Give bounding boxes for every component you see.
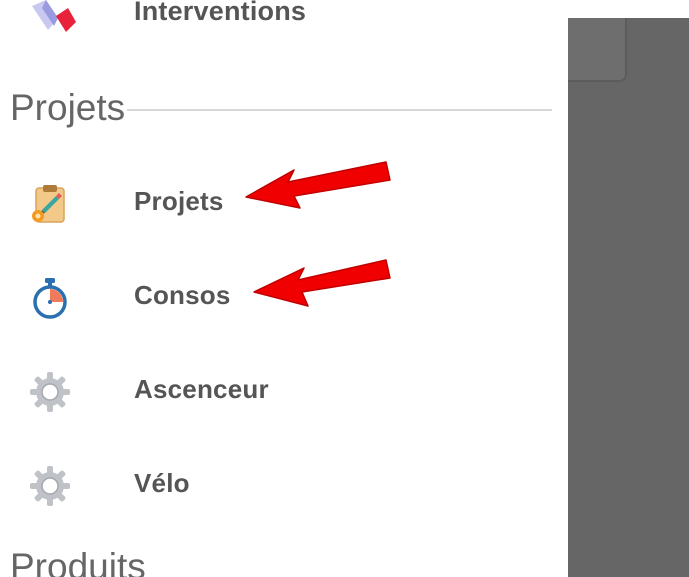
menu-item-ascenceur[interactable]: Ascenceur xyxy=(0,355,568,425)
menu-item-projets[interactable]: Projets xyxy=(0,167,568,237)
overlay-top-gap xyxy=(568,0,689,18)
stopwatch-icon xyxy=(33,278,67,319)
section-header-projets: Projets xyxy=(10,84,552,130)
navigation-drawer: Interventions Projets Projets Consos Asc… xyxy=(0,0,568,577)
background-card xyxy=(568,18,627,82)
gear-icon xyxy=(30,372,70,412)
menu-item-label: Interventions xyxy=(134,0,307,26)
section-divider xyxy=(127,109,552,111)
scrim-overlay[interactable] xyxy=(568,18,689,577)
menu-item-label: Vélo xyxy=(134,468,190,498)
menu-item-interventions[interactable]: Interventions xyxy=(0,0,568,32)
menu-item-label: Consos xyxy=(134,280,231,310)
menu-item-velo[interactable]: Vélo xyxy=(0,449,568,519)
clipboard-icon xyxy=(32,185,65,223)
menu-item-consos[interactable]: Consos xyxy=(0,261,568,331)
gear-icon xyxy=(30,466,70,506)
interventions-icon xyxy=(32,0,76,32)
menu-item-label: Projets xyxy=(134,186,224,216)
menu-item-label: Ascenceur xyxy=(134,374,269,404)
section-title-produits: Produits xyxy=(10,546,146,577)
screen: Interventions Projets Projets Consos Asc… xyxy=(0,0,689,577)
section-title: Projets xyxy=(10,86,126,128)
